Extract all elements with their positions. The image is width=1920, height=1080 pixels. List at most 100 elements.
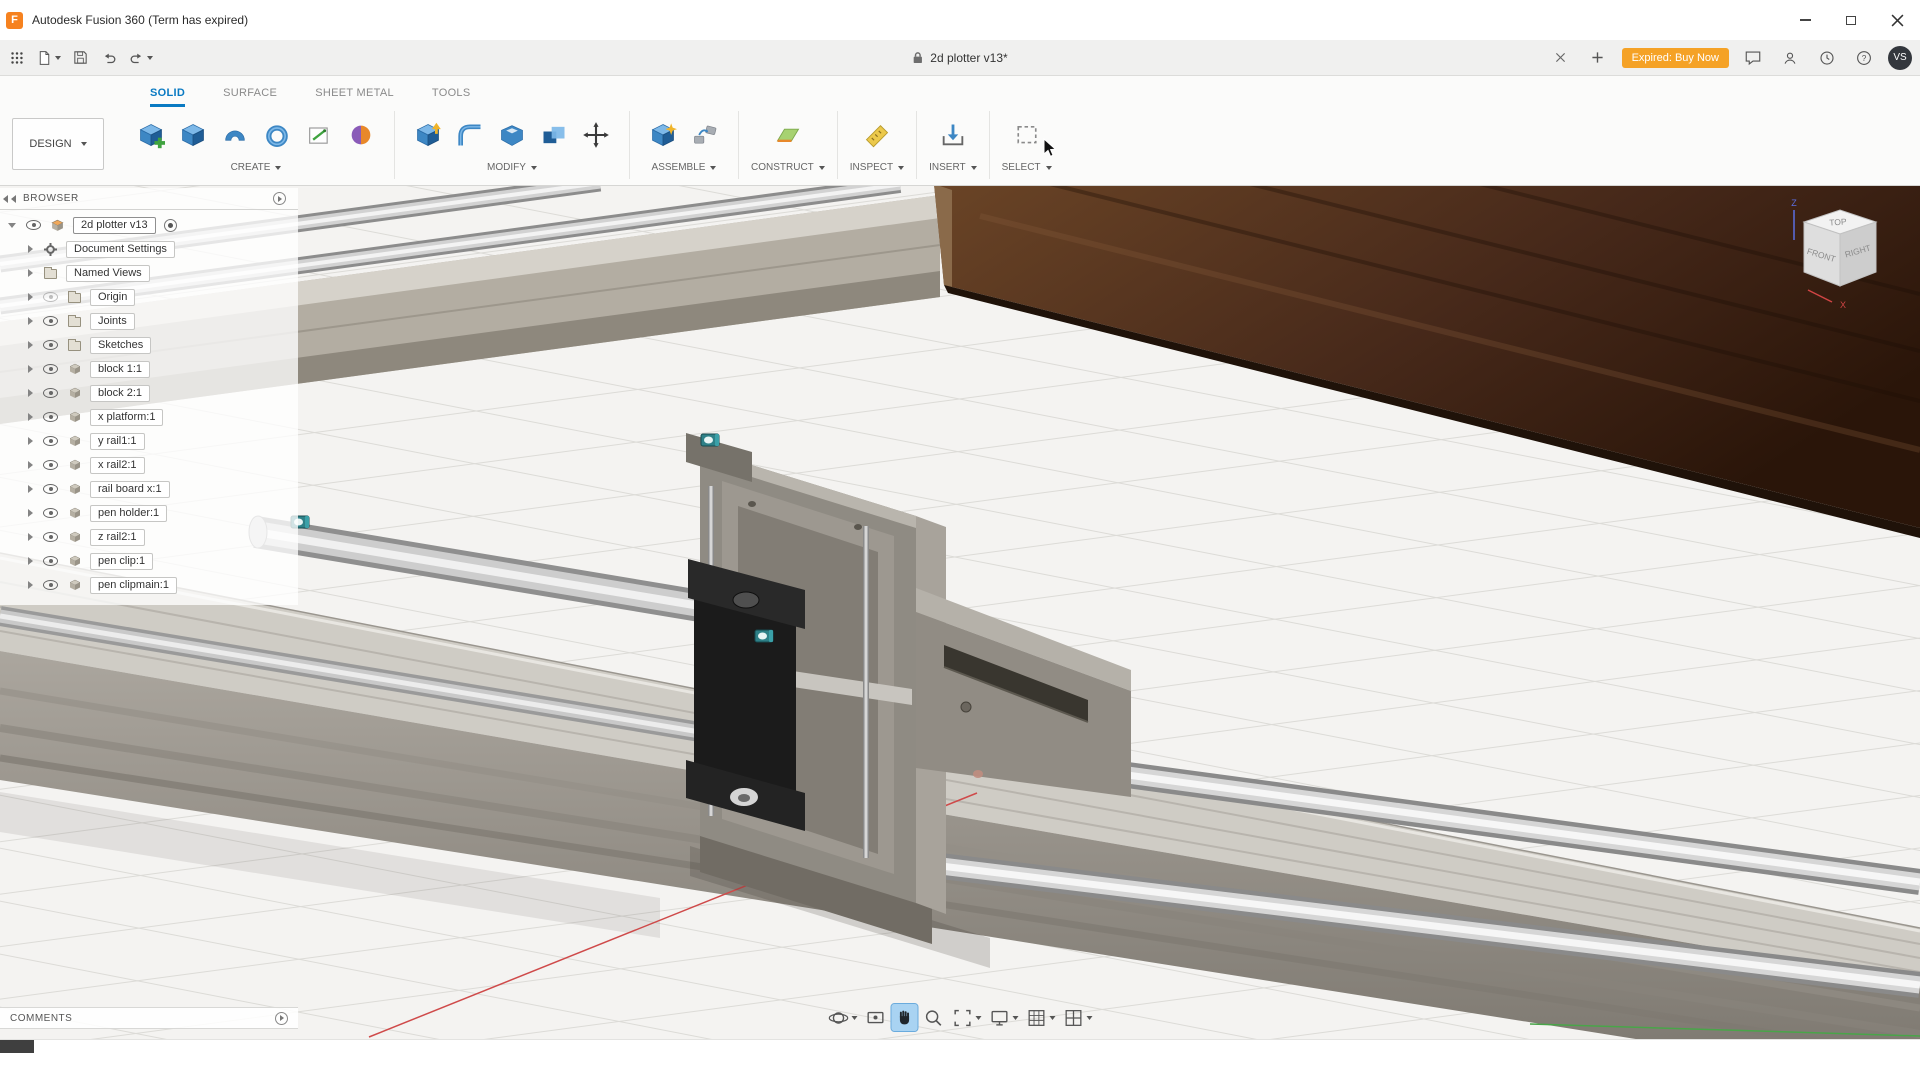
create-group-label[interactable]: CREATE — [231, 162, 282, 173]
orbit-button[interactable] — [826, 1004, 860, 1031]
press-pull-button[interactable] — [407, 112, 449, 158]
tree-item-label[interactable]: block 2:1 — [90, 385, 150, 402]
visibility-eye-icon[interactable] — [43, 580, 58, 590]
expand-icon[interactable] — [28, 317, 33, 325]
visibility-eye-icon[interactable] — [43, 436, 58, 446]
select-group-label[interactable]: SELECT — [1002, 162, 1052, 173]
zoom-button[interactable] — [921, 1004, 947, 1031]
browser-row-sketches[interactable]: Sketches — [0, 333, 298, 357]
browser-row-document-settings[interactable]: Document Settings — [0, 237, 298, 261]
browser-row-pen-holder[interactable]: pen holder:1 — [0, 501, 298, 525]
expand-icon[interactable] — [28, 557, 33, 565]
browser-row-pen-clipmain[interactable]: pen clipmain:1 — [0, 573, 298, 597]
visibility-eye-icon[interactable] — [43, 292, 58, 302]
save-button[interactable] — [67, 44, 93, 72]
visibility-eye-icon[interactable] — [43, 556, 58, 566]
workspace-selector[interactable]: DESIGN — [12, 118, 104, 170]
expand-icon[interactable] — [28, 389, 33, 397]
expand-icon[interactable] — [28, 533, 33, 541]
assemble-group-label[interactable]: ASSEMBLE — [652, 162, 717, 173]
root-component-label[interactable]: 2d plotter v13 — [73, 217, 156, 234]
fillet-button[interactable] — [449, 112, 491, 158]
tree-item-label[interactable]: x rail2:1 — [90, 457, 145, 474]
coil-button[interactable] — [256, 112, 298, 158]
minimize-button[interactable] — [1782, 0, 1828, 40]
joint-button[interactable] — [684, 112, 726, 158]
select-button[interactable] — [1006, 112, 1048, 158]
visibility-eye-icon[interactable] — [43, 364, 58, 374]
browser-row-origin[interactable]: Origin — [0, 285, 298, 309]
app-grid-button[interactable] — [4, 44, 30, 72]
tab-sheet-metal[interactable]: SHEET METAL — [315, 87, 394, 107]
expand-icon[interactable] — [28, 485, 33, 493]
expand-icon[interactable] — [28, 341, 33, 349]
expired-buy-now-button[interactable]: Expired: Buy Now — [1622, 48, 1729, 68]
tree-item-label[interactable]: rail board x:1 — [90, 481, 170, 498]
measure-button[interactable] — [856, 112, 898, 158]
activity-button[interactable] — [1814, 44, 1840, 72]
fit-button[interactable] — [950, 1004, 984, 1031]
tree-item-label[interactable]: pen clip:1 — [90, 553, 153, 570]
tree-item-label[interactable]: block 1:1 — [90, 361, 150, 378]
visibility-eye-icon[interactable] — [43, 340, 58, 350]
visibility-eye-icon[interactable] — [43, 484, 58, 494]
browser-options-toggle[interactable] — [273, 192, 286, 205]
tab-solid[interactable]: SOLID — [150, 87, 185, 107]
insert-button[interactable] — [932, 112, 974, 158]
expand-icon[interactable] — [28, 509, 33, 517]
maximize-button[interactable] — [1828, 0, 1874, 40]
browser-row-rail-board-x[interactable]: rail board x:1 — [0, 477, 298, 501]
visibility-eye-icon[interactable] — [43, 388, 58, 398]
browser-row-block2[interactable]: block 2:1 — [0, 381, 298, 405]
pan-button[interactable] — [892, 1004, 918, 1031]
construct-group-label[interactable]: CONSTRUCT — [751, 162, 825, 173]
tree-item-label[interactable]: pen holder:1 — [90, 505, 167, 522]
browser-header[interactable]: BROWSER — [0, 188, 298, 210]
move-copy-button[interactable] — [575, 112, 617, 158]
expand-icon[interactable] — [28, 413, 33, 421]
comments-toggle[interactable] — [275, 1012, 288, 1025]
insert-group-label[interactable]: INSERT — [929, 162, 977, 173]
activate-component-radio[interactable] — [164, 219, 177, 232]
viewcube-cube[interactable]: TOP FRONT RIGHT — [1804, 210, 1876, 286]
profile-button[interactable] — [1777, 44, 1803, 72]
new-component-button[interactable] — [130, 112, 172, 158]
tree-item-label[interactable]: z rail2:1 — [90, 529, 145, 546]
tree-item-label[interactable]: Origin — [90, 289, 135, 306]
document-tab[interactable]: 2d plotter v13* — [912, 40, 1007, 76]
tree-item-label[interactable]: x platform:1 — [90, 409, 163, 426]
revolve-button[interactable] — [214, 112, 256, 158]
expand-icon[interactable] — [8, 223, 16, 228]
expand-icon[interactable] — [28, 581, 33, 589]
comments-bar[interactable]: COMMENTS — [0, 1007, 298, 1029]
browser-row-x-platform[interactable]: x platform:1 — [0, 405, 298, 429]
user-avatar[interactable]: VS — [1888, 46, 1912, 70]
browser-row-pen-clip[interactable]: pen clip:1 — [0, 549, 298, 573]
construct-plane-button[interactable] — [767, 112, 809, 158]
create-box-button[interactable] — [172, 112, 214, 158]
grid-snaps-button[interactable] — [1024, 1004, 1058, 1031]
pen-clip-bracket[interactable] — [686, 559, 805, 831]
browser-row-y-rail1[interactable]: y rail1:1 — [0, 429, 298, 453]
look-at-button[interactable] — [863, 1004, 889, 1031]
viewcube[interactable]: Z X TOP FRONT RIGHT — [1774, 194, 1906, 326]
file-menu-button[interactable] — [33, 44, 64, 72]
inspect-group-label[interactable]: INSPECT — [850, 162, 904, 173]
tree-item-label[interactable]: Sketches — [90, 337, 151, 354]
tree-item-label[interactable]: pen clipmain:1 — [90, 577, 177, 594]
browser-row-joints[interactable]: Joints — [0, 309, 298, 333]
visibility-eye-icon[interactable] — [43, 460, 58, 470]
undo-button[interactable] — [96, 44, 122, 72]
tree-item-label[interactable]: y rail1:1 — [90, 433, 145, 450]
expand-icon[interactable] — [28, 269, 33, 277]
tab-surface[interactable]: SURFACE — [223, 87, 277, 107]
expand-icon[interactable] — [28, 245, 33, 253]
create-form-button[interactable] — [340, 112, 382, 158]
tab-tools[interactable]: TOOLS — [432, 87, 471, 107]
display-settings-button[interactable] — [987, 1004, 1021, 1031]
browser-root-row[interactable]: 2d plotter v13 — [0, 213, 298, 237]
expand-icon[interactable] — [28, 461, 33, 469]
visibility-eye-icon[interactable] — [43, 316, 58, 326]
close-button[interactable] — [1874, 0, 1920, 40]
browser-row-block1[interactable]: block 1:1 — [0, 357, 298, 381]
